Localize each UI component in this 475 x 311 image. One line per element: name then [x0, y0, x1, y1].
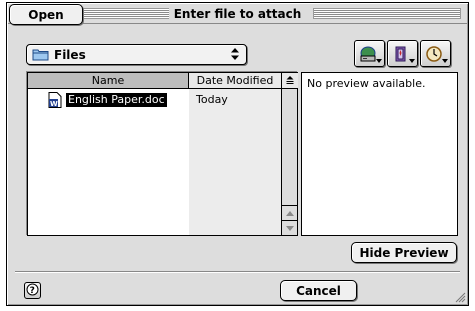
- hide-preview-button[interactable]: Hide Preview: [351, 242, 457, 263]
- date-column-background: [189, 89, 282, 235]
- svg-text:?: ?: [30, 286, 35, 296]
- file-date: Today: [196, 93, 228, 106]
- dropdown-arrow-icon: [442, 59, 448, 63]
- scroll-up-button[interactable]: [282, 205, 297, 220]
- shortcuts-button[interactable]: [354, 40, 385, 67]
- help-button[interactable]: ?: [24, 282, 41, 299]
- file-list[interactable]: Name Date Modified W English Paper.doc T…: [27, 72, 298, 236]
- open-button[interactable]: Open: [9, 4, 83, 25]
- word-document-icon: W: [48, 92, 62, 108]
- list-item[interactable]: W English Paper.doc Today: [28, 92, 282, 108]
- scroll-down-arrow-icon: [285, 225, 294, 231]
- resize-grip-icon[interactable]: [455, 292, 466, 303]
- help-icon: ?: [26, 283, 39, 299]
- folder-icon: [32, 48, 49, 61]
- scroll-down-button[interactable]: [282, 220, 297, 235]
- vertical-scrollbar[interactable]: [281, 89, 297, 235]
- dropdown-arrow-icon: [376, 59, 382, 63]
- updown-arrow-icon: [230, 47, 240, 61]
- dropdown-arrow-icon: [409, 59, 415, 63]
- dialog-title: Enter file to attach: [168, 6, 307, 21]
- favorites-button[interactable]: [387, 40, 418, 67]
- preview-message: No preview available.: [307, 77, 426, 90]
- file-name: English Paper.doc: [66, 93, 167, 107]
- cancel-button[interactable]: Cancel: [280, 280, 357, 301]
- title-stripes-right: [313, 8, 461, 19]
- sort-order-icon[interactable]: [282, 73, 298, 89]
- recent-button[interactable]: [420, 40, 451, 67]
- location-label: Files: [54, 47, 86, 62]
- default-button-ring: Open: [7, 3, 91, 32]
- preview-pane: No preview available.: [301, 72, 458, 236]
- column-header-date[interactable]: Date Modified: [189, 73, 282, 89]
- divider: [15, 271, 460, 273]
- column-header-name[interactable]: Name: [28, 73, 189, 89]
- location-popup[interactable]: Files: [26, 44, 247, 65]
- name-column-background: [28, 89, 189, 235]
- svg-text:W: W: [50, 100, 58, 108]
- scroll-up-arrow-icon: [285, 210, 294, 216]
- file-dialog: Enter file to attach Files Name Date Mod…: [6, 2, 469, 306]
